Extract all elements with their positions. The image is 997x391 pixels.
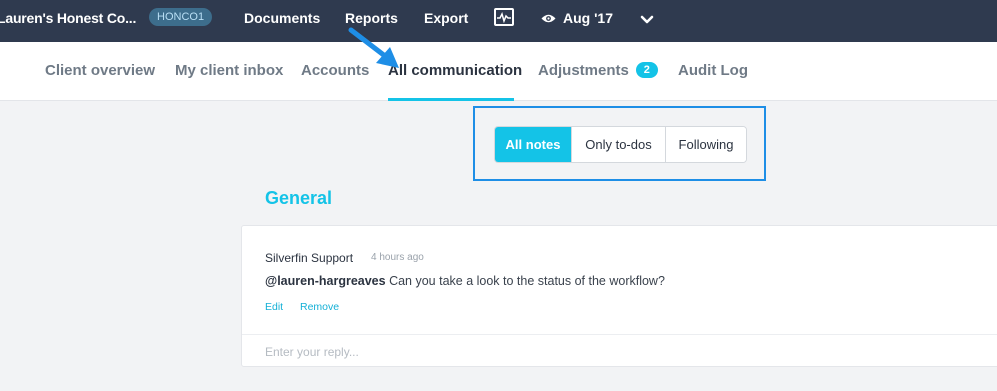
nav-documents[interactable]: Documents — [244, 10, 320, 26]
remove-link[interactable]: Remove — [300, 301, 339, 313]
note-message: @lauren-hargreaves Can you take a look t… — [265, 274, 665, 288]
top-navigation-bar: Lauren's Honest Co... HONCO1 Documents R… — [0, 0, 997, 42]
client-name[interactable]: Lauren's Honest Co... — [0, 10, 136, 26]
client-code-badge: HONCO1 — [149, 8, 213, 26]
note-mention[interactable]: @lauren-hargreaves — [265, 274, 386, 288]
filter-following[interactable]: Following — [666, 127, 746, 162]
period-selector[interactable]: Aug '17 — [563, 10, 613, 26]
note-timestamp: 4 hours ago — [371, 252, 424, 263]
note-text: Can you take a look to the status of the… — [389, 274, 665, 288]
filter-only-todos[interactable]: Only to-dos — [572, 127, 666, 162]
section-title: General — [265, 188, 333, 208]
arrow-annotation-icon — [348, 27, 399, 68]
active-tab-indicator — [388, 98, 514, 101]
chart-icon[interactable] — [494, 8, 514, 26]
card-divider — [242, 334, 997, 335]
filter-all-notes[interactable]: All notes — [495, 127, 572, 162]
chevron-down-icon[interactable] — [640, 12, 654, 30]
tab-adjustments[interactable]: Adjustments 2 — [538, 62, 658, 79]
adjustments-count-badge: 2 — [635, 62, 658, 78]
eye-icon[interactable] — [541, 11, 556, 29]
note-author: Silverfin Support — [265, 251, 354, 265]
reply-input[interactable]: Enter your reply... — [265, 345, 359, 359]
tab-my-client-inbox[interactable]: My client inbox — [175, 62, 283, 79]
nav-export[interactable]: Export — [424, 10, 468, 26]
tab-bar: Client overview My client inbox Accounts… — [0, 42, 997, 101]
edit-link[interactable]: Edit — [265, 301, 283, 313]
tab-adjustments-label: Adjustments — [538, 62, 629, 79]
note-filter-toggle: All notes Only to-dos Following — [494, 126, 747, 163]
tab-audit-log[interactable]: Audit Log — [678, 62, 748, 79]
note-card: Silverfin Support 4 hours ago @lauren-ha… — [241, 225, 997, 367]
tab-client-overview[interactable]: Client overview — [45, 62, 155, 79]
